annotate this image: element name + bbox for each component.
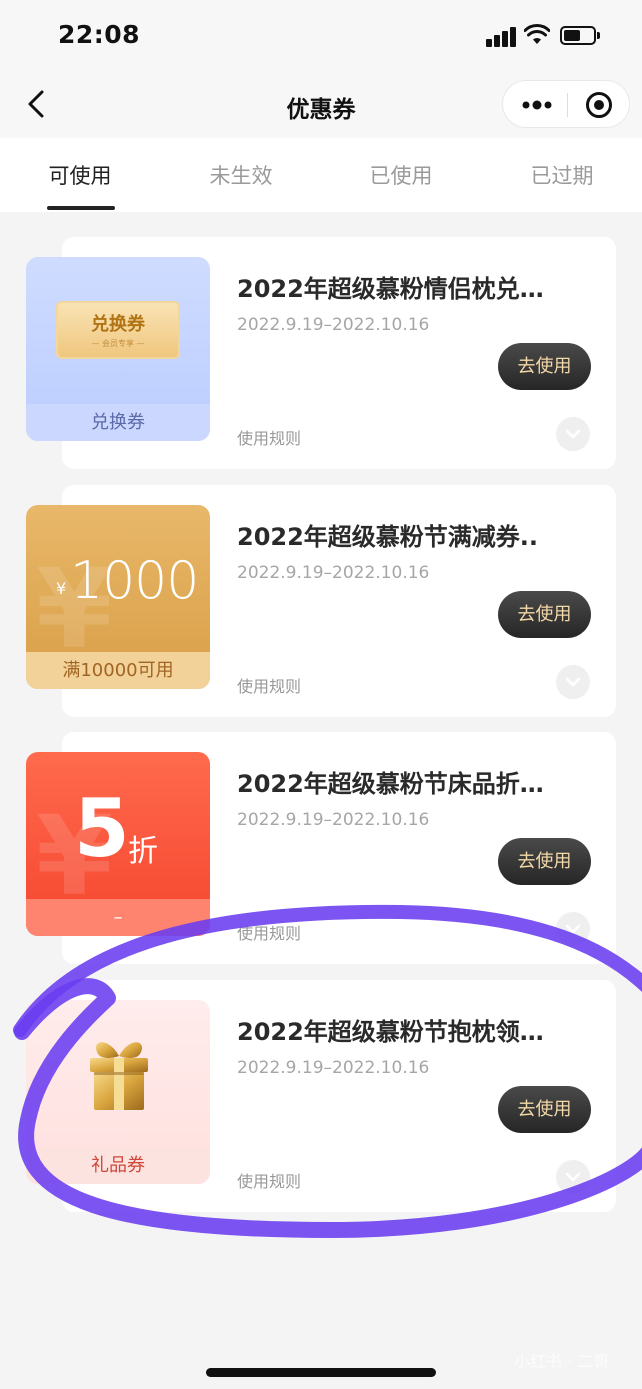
coupon-title: 2022年超级慕粉节满减券.. (237, 523, 539, 551)
use-coupon-button[interactable]: 去使用 (498, 343, 591, 390)
coupon-title: 2022年超级慕粉节床品折… (237, 770, 544, 798)
status-bar: 22:08 (0, 0, 642, 72)
usage-rules-link[interactable]: 使用规则 (237, 1168, 301, 1192)
chevron-down-icon[interactable] (556, 1160, 590, 1194)
tab-not-effective[interactable]: 未生效 (181, 160, 301, 190)
coupon-validity: 2022.9.19–2022.10.16 (237, 1058, 430, 1078)
use-coupon-button[interactable]: 去使用 (498, 1086, 591, 1133)
tab-used[interactable]: 已使用 (341, 160, 461, 190)
cellular-signal-icon (486, 27, 518, 47)
tab-expired[interactable]: 已过期 (502, 160, 622, 190)
ticket-sub-text: — 会员专享 — (91, 339, 145, 348)
target-circle-icon[interactable] (585, 91, 613, 119)
watermark-text: 小红书 · 二哥 (514, 1352, 610, 1371)
coupon-thumbnail-cash: ¥ ¥ 1000 满10000可用 (26, 505, 210, 689)
coupon-type-label: 兑换券 (26, 404, 210, 441)
coupon-status-tabs: 可使用 未生效 已使用 已过期 (0, 138, 642, 212)
discount-number: 5 (74, 782, 130, 875)
ticket-main-text: 兑换券 (91, 314, 145, 335)
battery-icon (560, 26, 600, 45)
wifi-icon (524, 24, 550, 44)
use-coupon-button[interactable]: 去使用 (498, 591, 591, 638)
more-dots-icon[interactable] (521, 92, 553, 118)
coupon-amount: 1000 (70, 551, 199, 611)
chevron-down-icon[interactable] (556, 912, 590, 946)
currency-symbol: ¥ (56, 579, 67, 598)
chevron-down-icon[interactable] (556, 665, 590, 699)
home-indicator (206, 1368, 436, 1377)
coupon-validity: 2022.9.19–2022.10.16 (237, 810, 430, 830)
ticket-icon: 兑换券 — 会员专享 — (56, 301, 180, 359)
coupon-threshold-label: 满10000可用 (26, 652, 210, 689)
coupon-validity: 2022.9.19–2022.10.16 (237, 315, 430, 335)
active-tab-indicator (47, 206, 115, 210)
usage-rules-link[interactable]: 使用规则 (237, 425, 301, 449)
coupon-thumbnail-discount: ¥ 5 折 – (26, 752, 210, 936)
capsule-divider (567, 93, 568, 117)
coupon-thumbnail-exchange: 兑换券 — 会员专享 — 兑换券 (26, 257, 210, 441)
status-time: 22:08 (58, 20, 141, 49)
use-coupon-button[interactable]: 去使用 (498, 838, 591, 885)
coupon-validity: 2022.9.19–2022.10.16 (237, 563, 430, 583)
tab-available[interactable]: 可使用 (20, 160, 140, 190)
mini-program-capsule (502, 80, 630, 128)
usage-rules-link[interactable]: 使用规则 (237, 673, 301, 697)
nav-bar: 优惠券 (0, 72, 642, 138)
coupon-type-label: – (26, 899, 210, 936)
coupon-type-label: 礼品券 (26, 1147, 210, 1184)
usage-rules-link[interactable]: 使用规则 (237, 920, 301, 944)
coupon-title: 2022年超级慕粉情侣枕兑… (237, 275, 544, 303)
chevron-down-icon[interactable] (556, 417, 590, 451)
discount-unit: 折 (128, 834, 158, 869)
coupon-title: 2022年超级慕粉节抱枕领… (237, 1018, 544, 1046)
gift-box-icon (90, 1042, 148, 1110)
coupon-thumbnail-gift: 礼品券 (26, 1000, 210, 1184)
